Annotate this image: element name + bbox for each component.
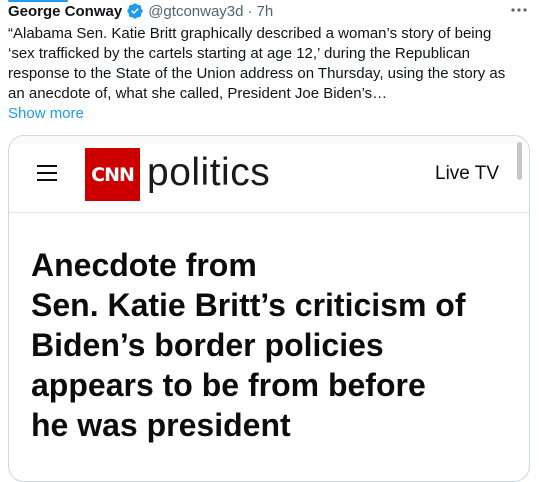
nav-divider <box>9 212 529 213</box>
headline-line: Sen. Katie Britt’s criticism of <box>31 287 466 323</box>
separator-dot: · <box>247 2 253 20</box>
tweet-time[interactable]: 7h <box>256 3 273 20</box>
headline-line: appears to be from before <box>31 367 426 403</box>
headline-line: Biden’s border policies <box>31 327 384 363</box>
tweet-text-line: “Alabama Sen. Katie Britt graphically de… <box>8 25 492 42</box>
show-more-link[interactable]: Show more <box>8 104 84 124</box>
scrollbar[interactable] <box>517 142 522 180</box>
headline-line: he was president <box>31 407 291 443</box>
tweet-text: “Alabama Sen. Katie Britt graphically de… <box>8 24 528 104</box>
card-top-strip <box>9 136 529 144</box>
live-tv-link[interactable]: Live TV <box>435 163 499 185</box>
verified-badge-icon <box>126 2 144 20</box>
tweet-text-line: an anecdote of, what she called, Preside… <box>8 85 388 102</box>
link-preview-card[interactable]: CNN politics Live TV Anecdote from Sen. … <box>8 135 530 482</box>
section-name[interactable]: politics <box>147 148 270 198</box>
author-name[interactable]: George Conway <box>8 3 122 20</box>
hamburger-menu-icon[interactable] <box>37 163 57 183</box>
more-options-icon[interactable] <box>509 1 529 19</box>
cnn-logo-text: CNN <box>91 163 135 186</box>
tweet-text-line: ‘sex trafficked by the cartels starting … <box>8 45 470 62</box>
tweet-text-line: response to the State of the Union addre… <box>8 65 506 82</box>
tweet: George Conway @gtconway3d · 7h “Alabama … <box>0 0 539 482</box>
headline-line: Anecdote from <box>31 247 257 283</box>
tweet-header: George Conway @gtconway3d · 7h <box>8 1 273 21</box>
article-headline[interactable]: Anecdote from Sen. Katie Britt’s critici… <box>31 245 521 445</box>
cnn-logo[interactable]: CNN <box>85 148 140 201</box>
author-handle[interactable]: @gtconway3d <box>148 3 243 20</box>
